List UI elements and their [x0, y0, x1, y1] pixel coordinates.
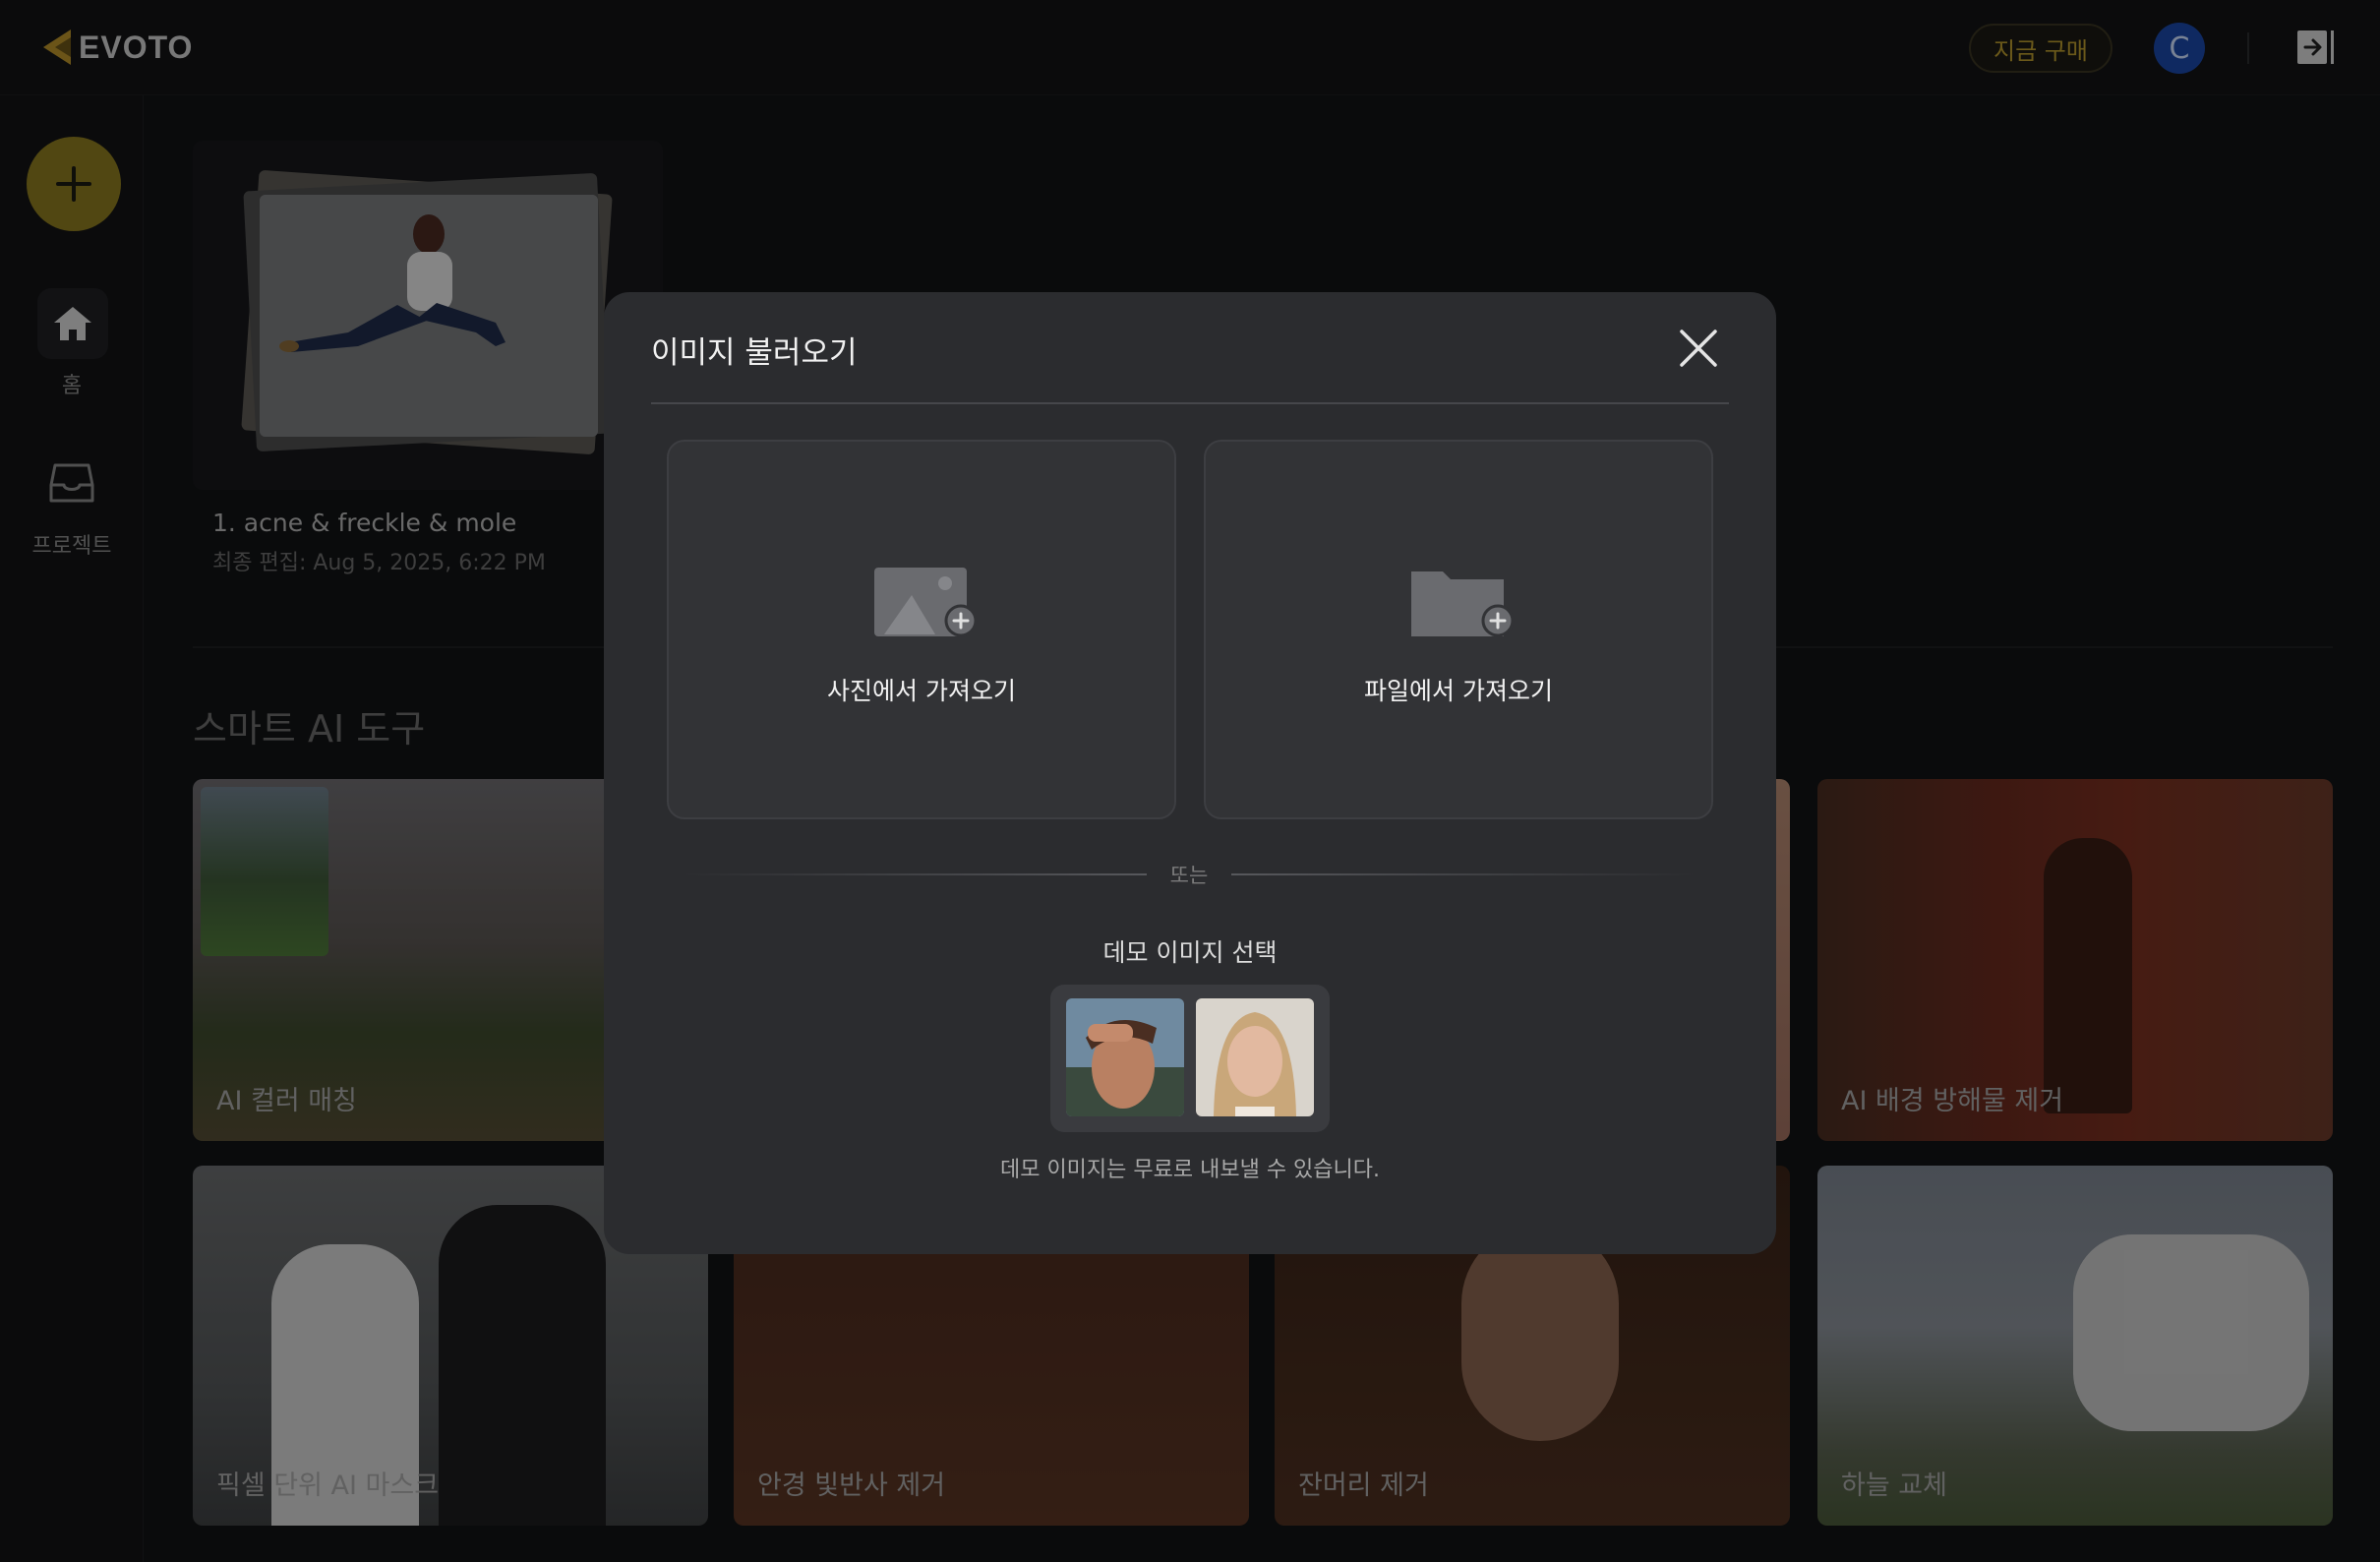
- demo-portrait-1: [1066, 998, 1184, 1116]
- or-separator: 또는: [683, 856, 1696, 891]
- demo-image-2[interactable]: [1196, 998, 1314, 1116]
- dialog-divider: [651, 402, 1729, 404]
- demo-portrait-2: [1196, 998, 1314, 1116]
- folder-add-icon: [1411, 571, 1515, 637]
- demo-images-list: [1050, 985, 1330, 1132]
- dialog-title: 이미지 불러오기: [651, 335, 858, 371]
- import-image-dialog: 이미지 불러오기 사진에서 가져오기 파일에서 가져오기 또는 데모 이미지 선…: [604, 292, 1776, 1254]
- close-icon[interactable]: [1676, 326, 1721, 371]
- demo-images-title: 데모 이미지 선택: [1102, 938, 1278, 967]
- or-text: 또는: [1169, 864, 1209, 887]
- import-from-files-label: 파일에서 가져오기: [1364, 677, 1553, 705]
- image-add-icon: [874, 568, 978, 637]
- import-from-photos-button[interactable]: 사진에서 가져오기: [667, 440, 1176, 819]
- import-from-files-button[interactable]: 파일에서 가져오기: [1204, 440, 1713, 819]
- demo-image-1[interactable]: [1066, 998, 1184, 1116]
- import-from-photos-label: 사진에서 가져오기: [827, 677, 1016, 705]
- demo-images-note: 데모 이미지는 무료로 내보낼 수 있습니다.: [999, 1158, 1381, 1182]
